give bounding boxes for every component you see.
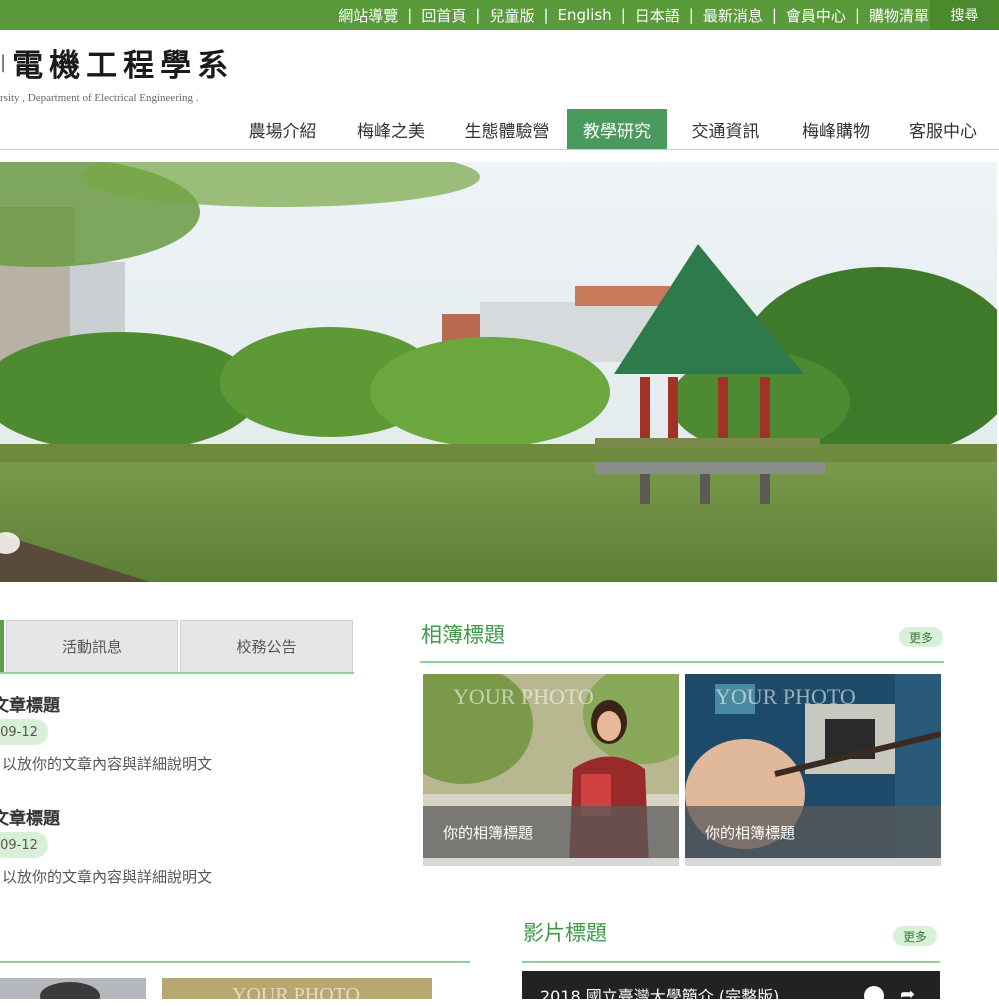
link-member[interactable]: 會員中心 xyxy=(786,5,846,26)
video-title: 2018 國立臺灣大學簡介 (完整版) xyxy=(540,987,780,999)
photo-watermark: YOUR PHOTO xyxy=(232,984,360,999)
link-sitemap[interactable]: 網站導覽 xyxy=(338,5,398,26)
thumbnail-photo xyxy=(0,978,146,999)
link-japanese[interactable]: 日本語 xyxy=(635,5,680,26)
link-news[interactable]: 最新消息 xyxy=(703,5,763,26)
top-utility-bar: 網站導覽 | 回首頁 | 兒童版 | English | 日本語 | 最新消息 | 會員中心… xyxy=(0,0,999,30)
left-section-line xyxy=(0,961,470,963)
album-caption: 你的相簿標題 xyxy=(423,806,679,858)
separator: | xyxy=(475,6,481,24)
tab-activity[interactable]: 活動訊息 xyxy=(6,620,178,672)
logo-divider: | xyxy=(0,51,7,73)
main-nav: 農場介紹 梅峰之美 生態體驗營 教學研究 交通資訊 梅峰購物 客服中心 xyxy=(230,109,998,149)
news-date-badge: 09-12 xyxy=(0,832,48,858)
album-more-button[interactable]: 更多 xyxy=(899,627,943,647)
news-title[interactable]: 文章標題 xyxy=(0,804,60,829)
album-heading-line xyxy=(420,661,944,663)
separator: | xyxy=(620,6,626,24)
separator: | xyxy=(854,6,860,24)
hero-landscape-image xyxy=(0,162,997,582)
video-heading: 影片標題 xyxy=(523,921,607,945)
news-description: 以放你的文章內容與詳細說明文 xyxy=(2,755,213,773)
bottom-thumbnail[interactable] xyxy=(0,978,146,999)
album-caption: 你的相簿標題 xyxy=(685,806,941,858)
nav-item-beauty[interactable]: 梅峰之美 xyxy=(335,109,447,149)
album-card-base xyxy=(685,858,941,866)
logo-subtitle: rsity , Department of Electrical Enginee… xyxy=(0,92,199,104)
bottom-thumbnail[interactable]: YOUR PHOTO xyxy=(162,978,432,999)
tab-announcement[interactable]: 校務公告 xyxy=(180,620,353,672)
nav-item-shopping[interactable]: 梅峰購物 xyxy=(784,109,888,149)
share-icon[interactable]: ➦ xyxy=(900,984,915,1005)
logo-title: 電機工程學系 xyxy=(12,47,235,84)
utility-links: 網站導覽 | 回首頁 | 兒童版 | English | 日本語 | 最新消息 | 會員中心… xyxy=(338,0,929,30)
search-button[interactable]: 搜尋 xyxy=(930,0,999,30)
site-logo[interactable]: | 電機工程學系 xyxy=(0,48,234,84)
photo-watermark: YOUR PHOTO xyxy=(715,684,856,709)
nav-item-teaching-research[interactable]: 教學研究 xyxy=(567,109,667,149)
album-card[interactable]: YOUR PHOTO 你的相簿標題 xyxy=(423,674,679,866)
news-title[interactable]: 文章標題 xyxy=(0,691,60,716)
separator: | xyxy=(543,6,549,24)
nav-item-service[interactable]: 客服中心 xyxy=(888,109,998,149)
nav-item-traffic[interactable]: 交通資訊 xyxy=(667,109,784,149)
hero-banner xyxy=(0,162,997,582)
album-heading: 相簿標題 xyxy=(421,623,505,647)
video-heading-line xyxy=(522,961,940,963)
nav-item-eco-camp[interactable]: 生態體驗營 xyxy=(447,109,567,149)
video-more-button[interactable]: 更多 xyxy=(893,926,937,946)
separator: | xyxy=(407,6,413,24)
nav-divider xyxy=(0,149,999,150)
tab-latest-edge[interactable] xyxy=(0,620,4,672)
news-date-badge: 09-12 xyxy=(0,719,48,745)
separator: | xyxy=(771,6,777,24)
nav-item-farm-intro[interactable]: 農場介紹 xyxy=(230,109,335,149)
news-description: 以放你的文章內容與詳細說明文 xyxy=(2,868,213,886)
separator: | xyxy=(688,6,694,24)
album-card-base xyxy=(423,858,679,866)
link-english[interactable]: English xyxy=(558,6,612,24)
link-cart[interactable]: 購物清單 xyxy=(869,5,929,26)
tab-underline xyxy=(0,672,354,674)
clock-icon[interactable] xyxy=(864,986,884,1006)
link-kids[interactable]: 兒童版 xyxy=(489,5,534,26)
link-home[interactable]: 回首頁 xyxy=(421,5,466,26)
album-card[interactable]: YOUR PHOTO 你的相簿標題 xyxy=(685,674,941,866)
photo-watermark: YOUR PHOTO xyxy=(453,684,594,709)
